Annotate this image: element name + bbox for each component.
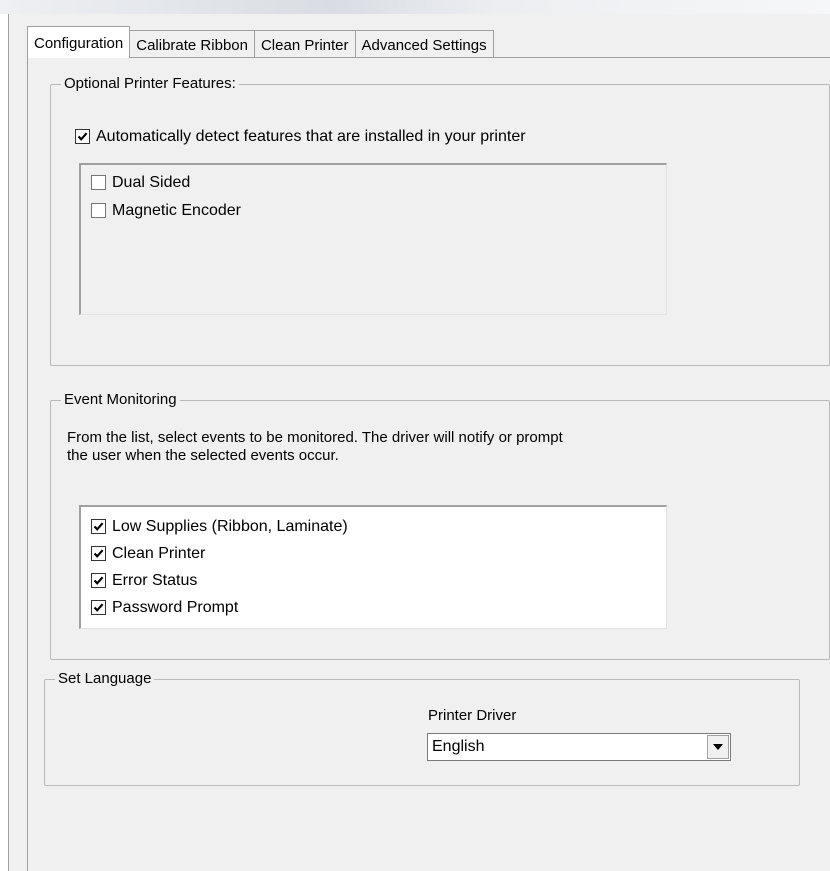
event-monitoring-title: Event Monitoring bbox=[61, 390, 180, 410]
window-top-strip bbox=[0, 0, 830, 14]
event-monitoring-description-1: From the list, select events to be monit… bbox=[67, 429, 563, 446]
auto-detect-row[interactable]: Automatically detect features that are i… bbox=[75, 127, 526, 147]
clean-printer-checkbox[interactable] bbox=[91, 546, 106, 562]
event-monitoring-description-2: the user when the selected events occur. bbox=[67, 447, 339, 464]
magnetic-encoder-label: Magnetic Encoder bbox=[112, 202, 241, 219]
printer-driver-label: Printer Driver bbox=[428, 707, 517, 724]
clean-printer-label: Clean Printer bbox=[112, 545, 206, 562]
checkmark-icon bbox=[93, 576, 104, 586]
low-supplies-checkbox[interactable] bbox=[91, 519, 106, 535]
configuration-panel: Optional Printer Features: Automatically… bbox=[27, 57, 830, 871]
magnetic-encoder-checkbox[interactable] bbox=[91, 203, 106, 219]
dual-sided-label: Dual Sided bbox=[112, 174, 191, 191]
printer-properties-dialog: Configuration Calibrate Ribbon Clean Pri… bbox=[8, 14, 830, 871]
low-supplies-label: Low Supplies (Ribbon, Laminate) bbox=[112, 518, 348, 535]
events-list: Low Supplies (Ribbon, Laminate) Clean Pr… bbox=[79, 505, 667, 629]
feature-item-magnetic-encoder[interactable]: Magnetic Encoder bbox=[91, 201, 241, 221]
language-dropdown-button[interactable] bbox=[707, 735, 729, 759]
error-status-checkbox[interactable] bbox=[91, 573, 106, 589]
event-monitoring-group: Event Monitoring From the list, select e… bbox=[50, 390, 830, 660]
checkmark-icon bbox=[77, 132, 88, 142]
tab-configuration[interactable]: Configuration bbox=[27, 26, 131, 58]
auto-detect-label: Automatically detect features that are i… bbox=[96, 128, 526, 145]
event-item-clean-printer[interactable]: Clean Printer bbox=[91, 544, 205, 564]
dual-sided-checkbox[interactable] bbox=[91, 175, 106, 191]
features-list: Dual Sided Magnetic Encoder bbox=[79, 163, 667, 315]
tab-advanced-settings[interactable]: Advanced Settings bbox=[354, 30, 494, 58]
tab-bar: Configuration Calibrate Ribbon Clean Pri… bbox=[27, 26, 494, 58]
feature-item-dual-sided[interactable]: Dual Sided bbox=[91, 173, 190, 193]
optional-features-group: Optional Printer Features: Automatically… bbox=[50, 74, 830, 366]
checkmark-icon bbox=[93, 549, 104, 559]
event-item-password-prompt[interactable]: Password Prompt bbox=[91, 598, 238, 618]
checkmark-icon bbox=[93, 522, 104, 532]
checkmark-icon bbox=[93, 603, 104, 613]
set-language-title: Set Language bbox=[55, 669, 155, 689]
tab-clean-printer[interactable]: Clean Printer bbox=[253, 30, 356, 58]
optional-features-title: Optional Printer Features: bbox=[61, 74, 239, 94]
set-language-group: Set Language Printer Driver English bbox=[44, 669, 800, 786]
error-status-label: Error Status bbox=[112, 572, 198, 589]
event-item-error-status[interactable]: Error Status bbox=[91, 571, 197, 591]
password-prompt-checkbox[interactable] bbox=[91, 600, 106, 616]
language-select[interactable]: English bbox=[427, 733, 731, 761]
chevron-down-icon bbox=[713, 744, 723, 750]
event-item-low-supplies[interactable]: Low Supplies (Ribbon, Laminate) bbox=[91, 517, 348, 537]
tab-calibrate-ribbon[interactable]: Calibrate Ribbon bbox=[129, 30, 255, 58]
language-select-value: English bbox=[432, 738, 485, 755]
auto-detect-checkbox[interactable] bbox=[75, 129, 90, 145]
password-prompt-label: Password Prompt bbox=[112, 599, 239, 616]
